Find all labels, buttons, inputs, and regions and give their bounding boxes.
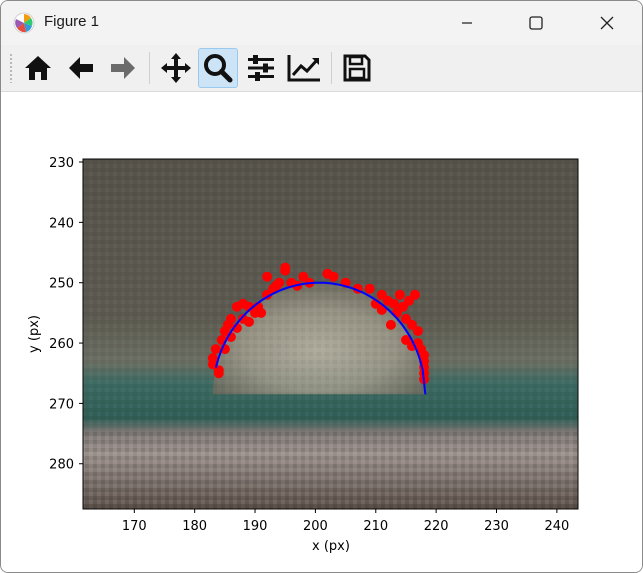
y-tick-label: 250 <box>49 277 74 292</box>
data-point <box>410 289 420 300</box>
close-icon <box>600 16 614 30</box>
home-icon <box>25 56 51 80</box>
close-button[interactable] <box>584 1 630 45</box>
x-tick-label: 220 <box>424 519 449 534</box>
y-tick-label: 230 <box>49 156 74 171</box>
toolbar-separator <box>331 52 332 84</box>
maximize-button[interactable] <box>513 1 559 45</box>
configure-subplots-button[interactable] <box>241 48 281 88</box>
arrow-right-icon <box>111 57 135 79</box>
matplotlib-logo-icon <box>13 12 35 34</box>
title-bar[interactable]: Figure 1 <box>1 1 642 45</box>
floppy-disk-icon <box>343 54 371 82</box>
y-tick-label: 280 <box>49 458 74 473</box>
x-tick-label: 190 <box>243 519 268 534</box>
x-tick-label: 240 <box>544 519 569 534</box>
sliders-icon <box>248 55 274 81</box>
toolbar-grip[interactable] <box>9 53 13 83</box>
y-axis-label: y (px) <box>27 315 42 353</box>
x-axis-label: x (px) <box>312 539 350 554</box>
plot-area[interactable]: 170 180 190 200 210 220 230 240 230 240 250 260 270… <box>1 92 642 572</box>
navigation-toolbar <box>1 45 642 92</box>
home-button[interactable] <box>18 48 58 88</box>
move-icon <box>161 53 191 83</box>
data-point <box>413 326 423 336</box>
data-point <box>388 298 399 309</box>
save-button[interactable] <box>337 48 377 88</box>
toolbar-separator <box>149 52 150 84</box>
data-point <box>210 344 221 355</box>
data-point <box>364 283 375 294</box>
forward-button[interactable] <box>103 48 143 88</box>
x-tick-label: 210 <box>363 519 388 534</box>
arrow-left-icon <box>69 57 93 79</box>
x-tick-label: 200 <box>303 519 328 534</box>
background-image <box>83 159 578 509</box>
data-point <box>385 319 396 330</box>
y-tick-label: 260 <box>49 337 74 352</box>
back-button[interactable] <box>61 48 101 88</box>
minimize-button[interactable] <box>444 1 490 45</box>
x-tick-label: 230 <box>484 519 509 534</box>
line-chart-icon <box>287 55 320 82</box>
figure-canvas[interactable]: 170 180 190 200 210 220 230 240 230 240 250 260 270… <box>1 92 642 572</box>
data-point <box>280 262 291 273</box>
figure-window: Figure 1 170 180 190 200 210 220 230 240… <box>0 0 643 573</box>
data-point <box>213 368 224 379</box>
y-tick-label: 240 <box>49 216 74 231</box>
x-tick-label: 170 <box>122 519 147 534</box>
pan-button[interactable] <box>156 48 196 88</box>
data-point <box>262 271 273 282</box>
y-axis: 230 240 250 260 270 280 <box>49 156 83 473</box>
x-axis: 170 180 190 200 210 220 230 240 <box>122 509 569 534</box>
data-point <box>328 271 339 282</box>
minimize-icon <box>462 22 472 24</box>
y-tick-label: 270 <box>49 397 74 412</box>
data-point <box>394 289 405 300</box>
maximize-icon <box>529 16 543 30</box>
window-title: Figure 1 <box>44 13 100 30</box>
data-point <box>256 307 267 318</box>
edit-axis-button[interactable] <box>284 48 324 88</box>
data-point <box>225 313 236 324</box>
zoom-button[interactable] <box>198 48 238 88</box>
magnifier-icon <box>204 54 233 83</box>
data-point <box>274 277 285 288</box>
data-point <box>244 316 254 327</box>
x-tick-label: 180 <box>182 519 207 534</box>
